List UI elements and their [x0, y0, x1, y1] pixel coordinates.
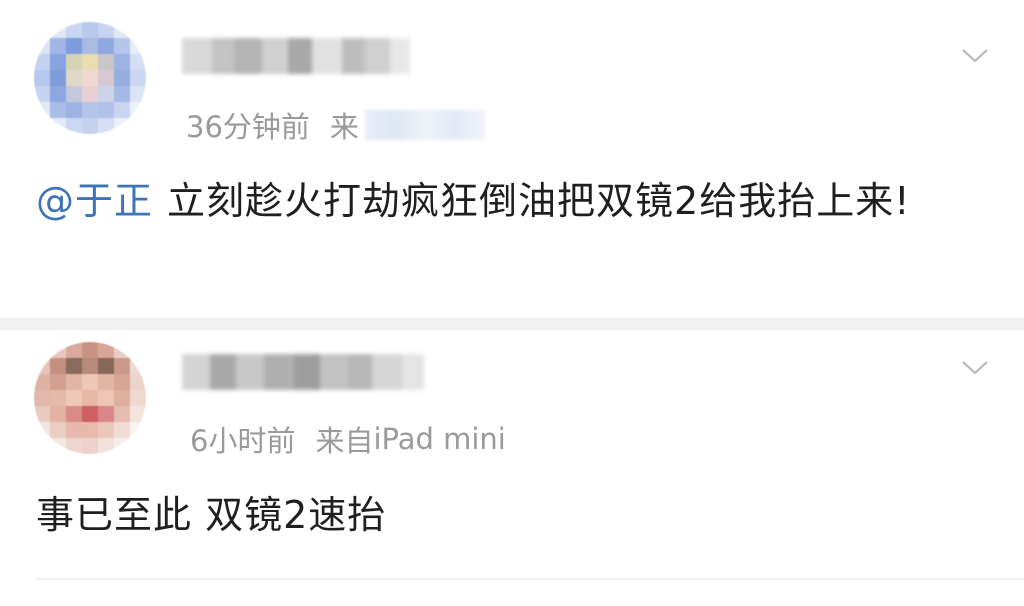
chevron-down-icon[interactable]: [960, 40, 990, 70]
username-blurred[interactable]: [182, 38, 410, 74]
comment-feed: 36分钟前 来 @于正 立刻趁火打劫疯狂倒油把双镜2给我抬上来! 6小时前 来自…: [0, 0, 1024, 606]
comment-text: @于正 立刻趁火打劫疯狂倒油把双镜2给我抬上来!: [36, 168, 966, 234]
timestamp: 36分钟前: [186, 110, 310, 144]
avatar[interactable]: [34, 342, 146, 454]
source-device: iPad mini: [373, 422, 506, 456]
source-prefix: 来自: [315, 424, 374, 458]
source-info: 来自 iPad mini: [315, 418, 505, 460]
comment-body: 事已至此 双镜2速抬: [36, 493, 387, 537]
comment-meta: 6小时前 来自 iPad mini: [190, 418, 506, 460]
divider: [36, 578, 1024, 580]
comment-meta: 36分钟前 来: [186, 104, 485, 146]
avatar[interactable]: [34, 22, 146, 134]
comment-item: 6小时前 来自 iPad mini 事已至此 双镜2速抬: [0, 330, 1024, 606]
section-separator: [0, 318, 1024, 330]
source-info: 来: [330, 104, 485, 146]
timestamp: 6小时前: [190, 424, 296, 458]
mention-link[interactable]: @于正: [36, 179, 153, 223]
comment-text: 事已至此 双镜2速抬: [36, 482, 966, 548]
source-blurred: [364, 110, 485, 140]
username-blurred[interactable]: [182, 354, 424, 390]
chevron-down-icon[interactable]: [960, 352, 990, 382]
source-prefix: 来: [329, 110, 359, 144]
comment-body: 立刻趁火打劫疯狂倒油把双镜2给我抬上来!: [167, 179, 911, 223]
comment-item: 36分钟前 来 @于正 立刻趁火打劫疯狂倒油把双镜2给我抬上来!: [0, 0, 1024, 318]
